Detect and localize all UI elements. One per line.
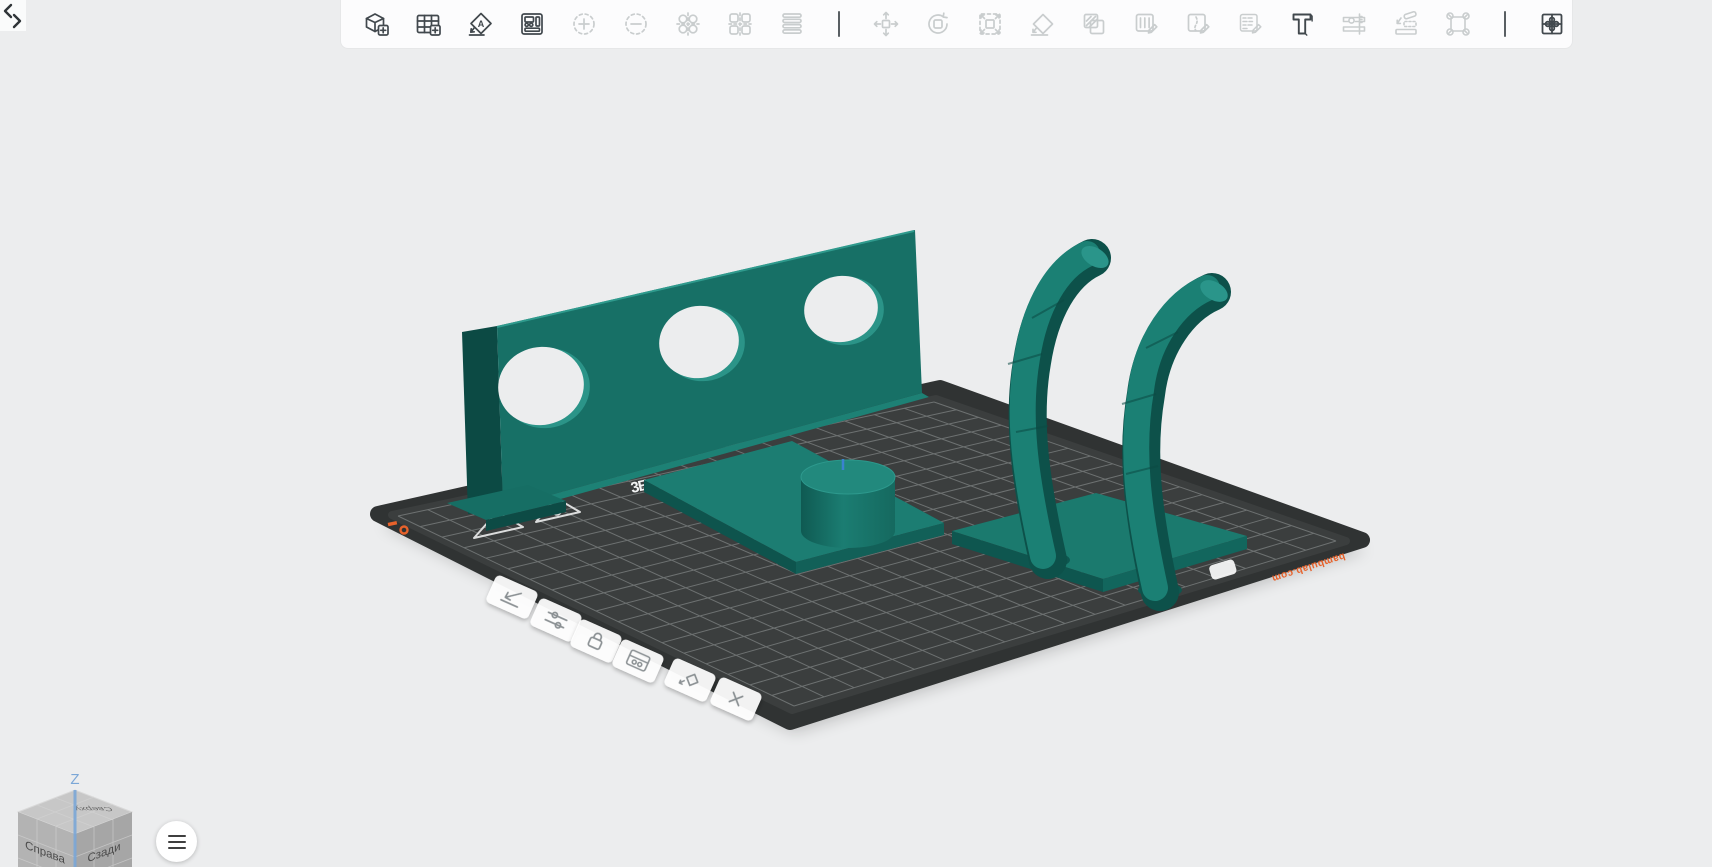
- viewport-3d[interactable]: 3E bambulab.com Z Сверху Справа Сзади: [0, 0, 1712, 867]
- nav-cube[interactable]: Z Сверху Справа Сзади: [16, 771, 134, 867]
- hamburger-menu-icon: [167, 834, 186, 837]
- cube-label-top: Сверху: [72, 805, 115, 812]
- z-axis-label: Z: [70, 771, 79, 788]
- view-menu-button[interactable]: [156, 821, 197, 862]
